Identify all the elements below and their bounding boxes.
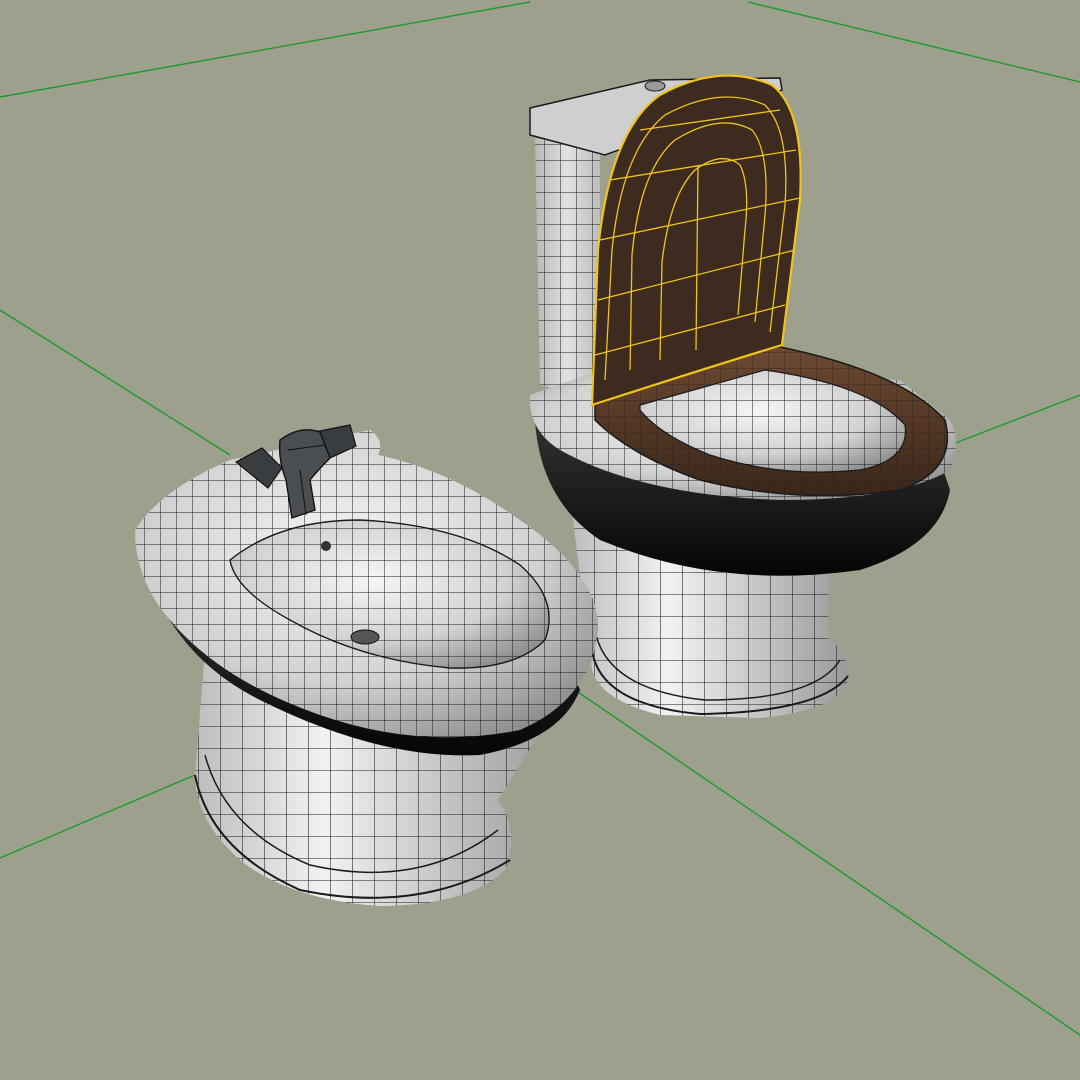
bidet-drain [350, 629, 380, 645]
viewport-canvas[interactable] [0, 0, 1080, 1080]
flush-button[interactable] [644, 80, 666, 92]
3d-viewport[interactable] [0, 0, 1080, 1080]
bidet-overflow [321, 541, 331, 551]
